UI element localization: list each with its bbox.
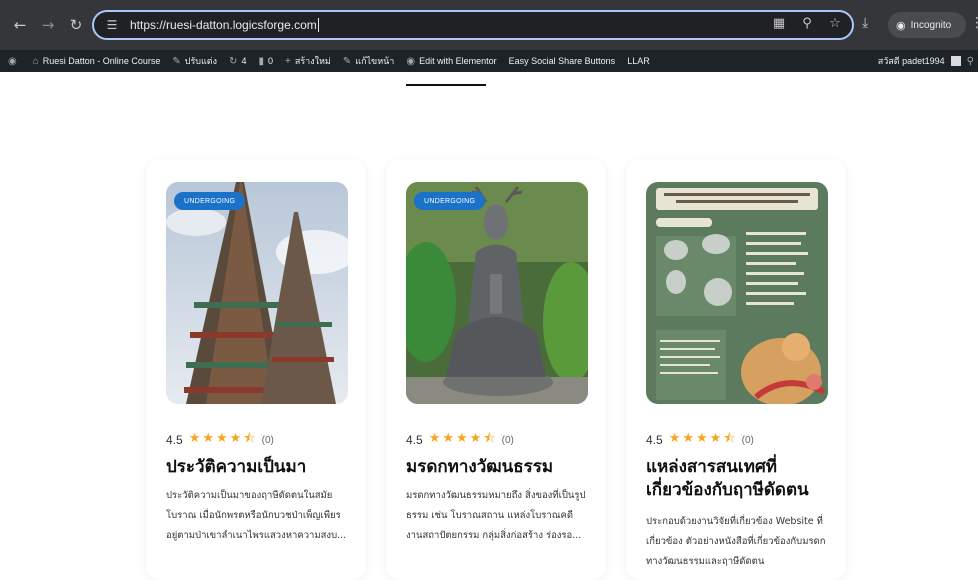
star-rating-icon: ★★★★⯪ [428, 430, 498, 445]
elementor-icon: ◉ [406, 55, 416, 67]
course-card[interactable]: UNDERGOING 4.5 ★★★★⯪ (0) ประวัติความเป็น… [146, 160, 366, 580]
reload-icon[interactable]: ↻ [64, 13, 88, 37]
forward-arrow-icon[interactable]: → [36, 13, 60, 37]
llar-label: LLAR [627, 56, 650, 66]
wp-logo-icon[interactable]: ◉ [8, 56, 21, 67]
customize-label: ปรับแต่ง [184, 56, 218, 66]
account-greeting[interactable]: สวัสดี padet1994 [878, 54, 945, 68]
updates-link[interactable]: ↻ 4 [229, 56, 246, 67]
course-card[interactable]: 4.5 ★★★★⯪ (0) แหล่งสารสนเทศที่เกี่ยวข้อง… [626, 160, 846, 580]
star-rating-icon: ★★★★⯪ [668, 430, 738, 445]
incognito-button[interactable]: ◉ Incognito [888, 12, 966, 38]
elementor-link[interactable]: ◉ Edit with Elementor [406, 56, 496, 67]
course-description: ประวัติความเป็นมาของฤาษีดัดตนในสมัยโบราณ… [166, 490, 347, 541]
updates-count: 4 [241, 56, 247, 66]
status-badge: UNDERGOING [414, 192, 486, 210]
wp-admin-bar: ◉ ⌂ Ruesi Datton - Online Course ✎ ปรับแต่… [0, 50, 978, 72]
comments-link[interactable]: ▮ 0 [258, 56, 273, 67]
pencil-icon: ✎ [342, 55, 352, 67]
social-share-link[interactable]: Easy Social Share Buttons [509, 56, 616, 66]
rating-count: (0) [261, 434, 274, 446]
incognito-label: Incognito [910, 19, 952, 31]
edit-label: แก้ไขหน้า [355, 56, 395, 66]
customize-link[interactable]: ✎ ปรับแต่ง [172, 54, 217, 68]
zoom-icon[interactable]: ⚲ [798, 16, 816, 31]
star-rating-icon: ★★★★⯪ [188, 430, 258, 445]
edit-page-link[interactable]: ✎ แก้ไขหน้า [343, 54, 394, 68]
comments-count: 0 [267, 56, 273, 66]
course-thumbnail[interactable] [646, 182, 828, 404]
course-thumbnail[interactable]: UNDERGOING [166, 182, 348, 404]
text-caret [317, 18, 319, 32]
updates-icon: ↻ [229, 55, 238, 67]
rating-value: 4.5 [406, 433, 423, 447]
qr-code-icon[interactable]: ▦ [770, 16, 788, 31]
site-name: Ruesi Datton - Online Course [42, 56, 161, 66]
rating-count: (0) [501, 434, 514, 446]
course-thumbnail[interactable]: UNDERGOING [406, 182, 588, 404]
address-bar[interactable]: ☰ https://ruesi-datton.logicsforge.com ▦… [92, 10, 854, 40]
rating-value: 4.5 [166, 433, 183, 447]
plus-icon: + [284, 55, 291, 67]
back-arrow-icon[interactable]: ← [8, 13, 32, 37]
rating-value: 4.5 [646, 433, 663, 447]
course-title[interactable]: ประวัติความเป็นมา [166, 456, 356, 479]
llar-link[interactable]: LLAR [627, 56, 650, 66]
more-menu-icon[interactable]: ⋮ [970, 15, 978, 31]
rating: 4.5 ★★★★⯪ (0) [406, 429, 514, 451]
bookmark-star-icon[interactable]: ☆ [826, 16, 844, 31]
status-badge: UNDERGOING [174, 192, 246, 210]
browser-toolbar: ← → ↻ ☰ https://ruesi-datton.logicsforge… [0, 0, 978, 50]
social-label: Easy Social Share Buttons [508, 56, 616, 66]
comment-icon: ▮ [258, 55, 264, 67]
course-title[interactable]: มรดกทางวัฒนธรรม [406, 456, 596, 479]
course-description: ประกอบด้วยงานวิจัยที่เกี่ยวข้อง Website … [646, 516, 826, 567]
home-icon: ⌂ [32, 55, 39, 67]
course-card[interactable]: UNDERGOING 4.5 ★★★★⯪ (0) มรดกทางวัฒนธรรม… [386, 160, 606, 580]
new-label: สร้างใหม่ [294, 56, 331, 66]
download-icon[interactable]: ⤓ [862, 15, 868, 31]
incognito-icon: ◉ [896, 19, 906, 32]
rating: 4.5 ★★★★⯪ (0) [166, 429, 274, 451]
elementor-label: Edit with Elementor [419, 56, 497, 66]
admin-site-link[interactable]: ⌂ Ruesi Datton - Online Course [33, 56, 161, 67]
course-title[interactable]: แหล่งสารสนเทศที่เกี่ยวข้องกับฤาษีดัดตน [646, 456, 836, 502]
active-tab-underline [406, 84, 486, 86]
rating-count: (0) [741, 434, 754, 446]
site-info-icon[interactable]: ☰ [102, 15, 122, 35]
search-icon[interactable]: ⚲ [967, 56, 974, 67]
new-content-link[interactable]: + สร้างใหม่ [285, 54, 331, 68]
rating: 4.5 ★★★★⯪ (0) [646, 429, 754, 451]
course-description: มรดกทางวัฒนธรรมหมายถึง สิ่งของที่เป็นรูป… [406, 490, 586, 541]
avatar[interactable] [950, 56, 961, 66]
url-text[interactable]: https://ruesi-datton.logicsforge.com [130, 18, 317, 32]
brush-icon: ✎ [172, 55, 181, 67]
